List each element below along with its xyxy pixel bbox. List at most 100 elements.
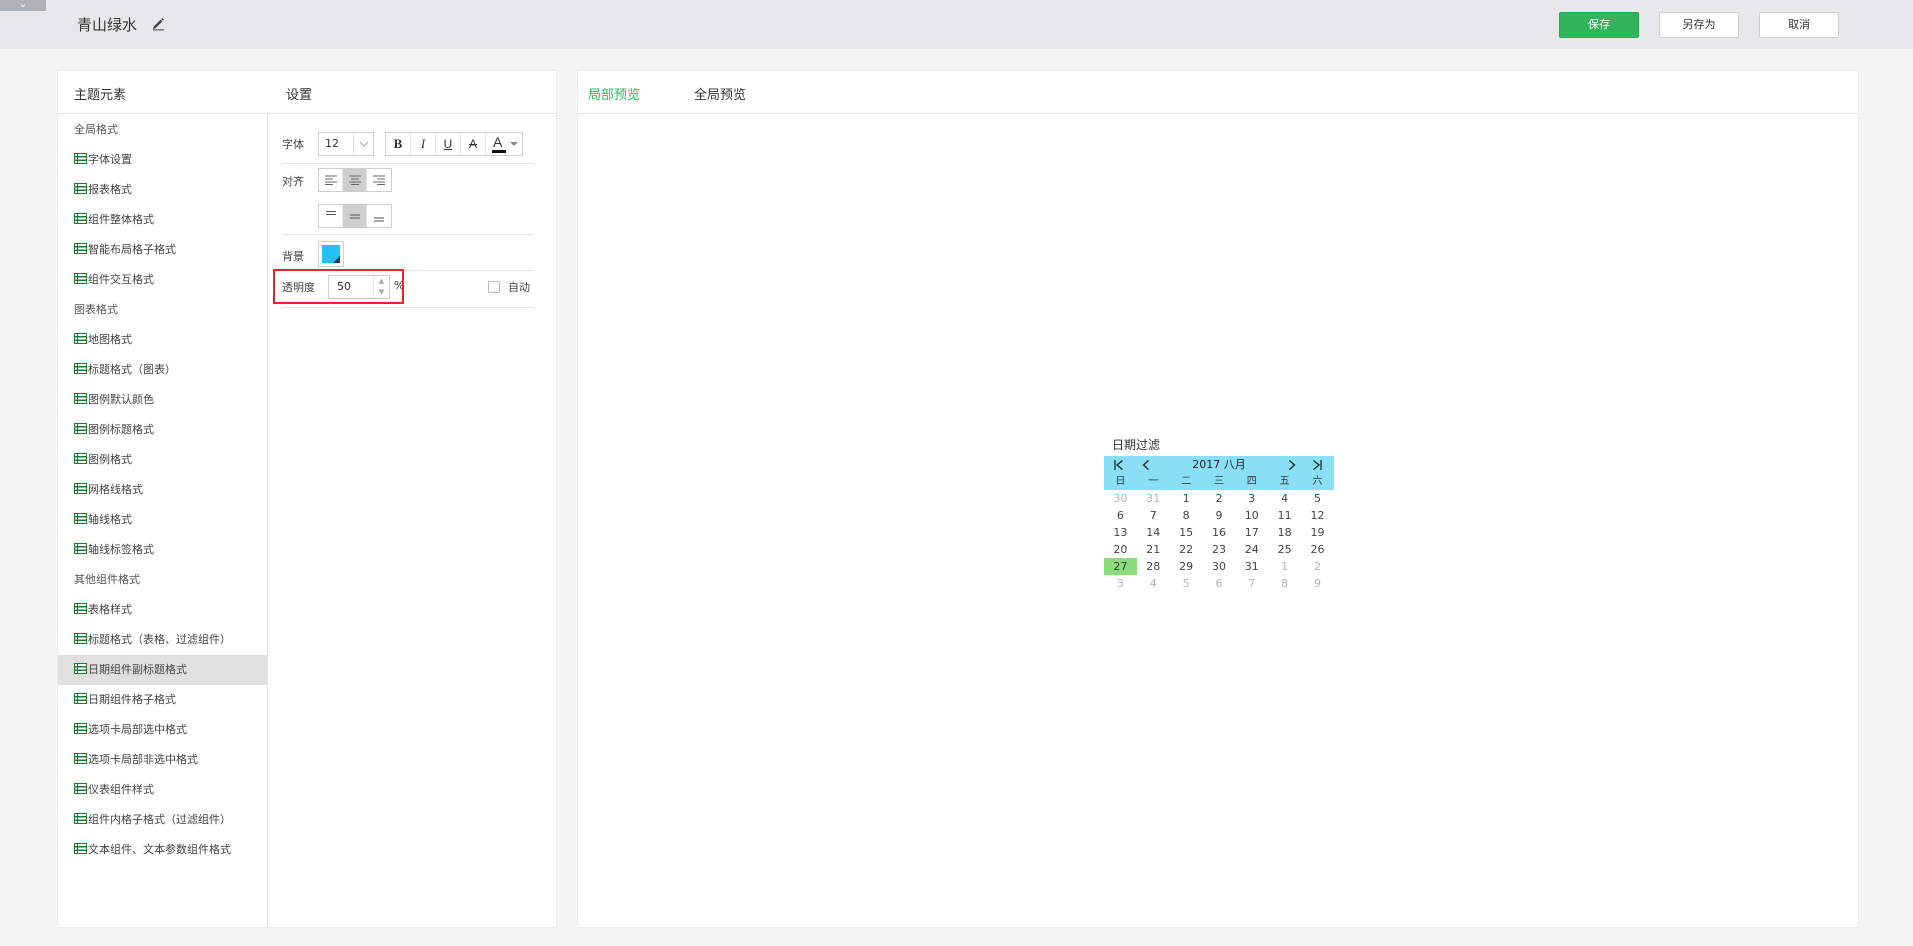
calendar-day[interactable]: 11	[1268, 507, 1301, 524]
calendar-day[interactable]: 5	[1170, 575, 1203, 592]
weekday-label: 一	[1148, 476, 1159, 487]
tree-item-label: 选项卡局部选中格式	[88, 723, 187, 736]
calendar-day[interactable]: 2	[1203, 490, 1236, 507]
calendar-day[interactable]: 25	[1268, 541, 1301, 558]
calendar-day[interactable]: 5	[1301, 490, 1334, 507]
valign-top-icon[interactable]	[319, 205, 343, 227]
tree-item[interactable]: 表格样式	[58, 595, 267, 625]
tree-item[interactable]: 智能布局格子格式	[58, 235, 267, 265]
calendar-day[interactable]: 16	[1203, 524, 1236, 541]
tree-item[interactable]: 轴线格式	[58, 505, 267, 535]
table-icon	[74, 693, 87, 704]
calendar-day[interactable]: 29	[1170, 558, 1203, 575]
tree-item[interactable]: 仪表组件样式	[58, 775, 267, 805]
save-button[interactable]: 保存	[1559, 12, 1639, 38]
align-left-icon[interactable]	[319, 169, 343, 191]
calendar-day[interactable]: 7	[1137, 507, 1170, 524]
first-page-icon[interactable]	[1114, 460, 1124, 470]
auto-checkbox[interactable]	[488, 281, 500, 293]
tree-item[interactable]: 文本组件、文本参数组件格式	[58, 835, 267, 865]
background-color-picker[interactable]	[318, 241, 344, 267]
tree-item[interactable]: 地图格式	[58, 325, 267, 355]
pencil-icon[interactable]	[150, 16, 166, 32]
calendar-day[interactable]: 6	[1203, 575, 1236, 592]
prev-month-icon[interactable]	[1142, 460, 1150, 470]
calendar-day[interactable]: 18	[1268, 524, 1301, 541]
calendar-day[interactable]: 26	[1301, 541, 1334, 558]
tree-item[interactable]: 报表格式	[58, 175, 267, 205]
tree-item[interactable]: 图例默认颜色	[58, 385, 267, 415]
cancel-button[interactable]: 取消	[1759, 12, 1839, 38]
calendar-day[interactable]: 22	[1170, 541, 1203, 558]
calendar-day[interactable]: 21	[1137, 541, 1170, 558]
font-size-select[interactable]: 12	[318, 132, 374, 156]
calendar-day[interactable]: 4	[1137, 575, 1170, 592]
calendar-day[interactable]: 30	[1203, 558, 1236, 575]
table-icon	[74, 273, 87, 284]
tree-item[interactable]: 字体设置	[58, 145, 267, 175]
calendar-day[interactable]: 31	[1137, 490, 1170, 507]
tree-item[interactable]: 标题格式（表格、过滤组件）	[58, 625, 267, 655]
calendar-day[interactable]: 8	[1170, 507, 1203, 524]
calendar-day[interactable]: 4	[1268, 490, 1301, 507]
italic-button[interactable]: I	[411, 133, 436, 155]
calendar-day[interactable]: 10	[1235, 507, 1268, 524]
font-color-button[interactable]: A	[486, 133, 522, 155]
table-icon	[74, 423, 87, 434]
tree-item[interactable]: 网格线格式	[58, 475, 267, 505]
bold-button[interactable]: B	[386, 133, 411, 155]
tree-item[interactable]: 选项卡局部非选中格式	[58, 745, 267, 775]
tree-item[interactable]: 组件整体格式	[58, 205, 267, 235]
table-icon	[74, 243, 87, 254]
tab-global-preview[interactable]: 全局预览	[694, 84, 746, 103]
valign-middle-icon[interactable]	[343, 205, 367, 227]
tree-item[interactable]: 选项卡局部选中格式	[58, 715, 267, 745]
tree-item[interactable]: 标题格式（图表）	[58, 355, 267, 385]
align-center-icon[interactable]	[343, 169, 367, 191]
calendar-day[interactable]: 1	[1268, 558, 1301, 575]
tree-item[interactable]: 组件内格子格式（过滤组件）	[58, 805, 267, 835]
calendar-day[interactable]: 31	[1235, 558, 1268, 575]
table-icon	[74, 813, 87, 824]
tree-item[interactable]: 组件交互格式	[58, 265, 267, 295]
calendar-day[interactable]: 20	[1104, 541, 1137, 558]
collapse-toggle[interactable]: ⌄	[0, 0, 46, 11]
calendar-day[interactable]: 2	[1301, 558, 1334, 575]
calendar-day[interactable]: 24	[1235, 541, 1268, 558]
underline-button[interactable]: U	[436, 133, 461, 155]
align-right-icon[interactable]	[367, 169, 391, 191]
tree-item-label: 其他组件格式	[74, 573, 140, 586]
calendar-day[interactable]: 3	[1235, 490, 1268, 507]
next-month-icon[interactable]	[1288, 460, 1296, 470]
calendar-day[interactable]: 7	[1235, 575, 1268, 592]
calendar-day[interactable]: 3	[1104, 575, 1137, 592]
tree-item-label: 轴线格式	[88, 513, 132, 526]
calendar-grid: 30 31 1 2 3 4 5 6 7 8 9 10 11 12 13 14 15 16 17 18 19 20 21 22 2…	[1104, 490, 1334, 592]
calendar-day[interactable]: 12	[1301, 507, 1334, 524]
tree-item[interactable]: 图例格式	[58, 445, 267, 475]
strikethrough-button[interactable]: A	[461, 133, 486, 155]
calendar-day[interactable]: 1	[1170, 490, 1203, 507]
tree-item[interactable]: 日期组件副标题格式	[58, 655, 267, 685]
tree-item[interactable]: 图例标题格式	[58, 415, 267, 445]
calendar-day[interactable]: 6	[1104, 507, 1137, 524]
tree-item[interactable]: 轴线标签格式	[58, 535, 267, 565]
calendar-day[interactable]: 15	[1170, 524, 1203, 541]
valign-bottom-icon[interactable]	[367, 205, 391, 227]
calendar-day-selected[interactable]: 27	[1104, 558, 1137, 575]
calendar-day[interactable]: 13	[1104, 524, 1137, 541]
calendar-day[interactable]: 8	[1268, 575, 1301, 592]
calendar-day[interactable]: 9	[1301, 575, 1334, 592]
tree-item[interactable]: 日期组件格子格式	[58, 685, 267, 715]
chevron-down-icon[interactable]	[353, 133, 373, 155]
calendar-day[interactable]: 28	[1137, 558, 1170, 575]
tab-local-preview[interactable]: 局部预览	[588, 84, 640, 103]
calendar-day[interactable]: 14	[1137, 524, 1170, 541]
calendar-day[interactable]: 19	[1301, 524, 1334, 541]
calendar-day[interactable]: 9	[1203, 507, 1236, 524]
last-page-icon[interactable]	[1312, 460, 1322, 470]
calendar-day[interactable]: 17	[1235, 524, 1268, 541]
calendar-day[interactable]: 30	[1104, 490, 1137, 507]
calendar-day[interactable]: 23	[1203, 541, 1236, 558]
save-as-button[interactable]: 另存为	[1659, 12, 1739, 38]
